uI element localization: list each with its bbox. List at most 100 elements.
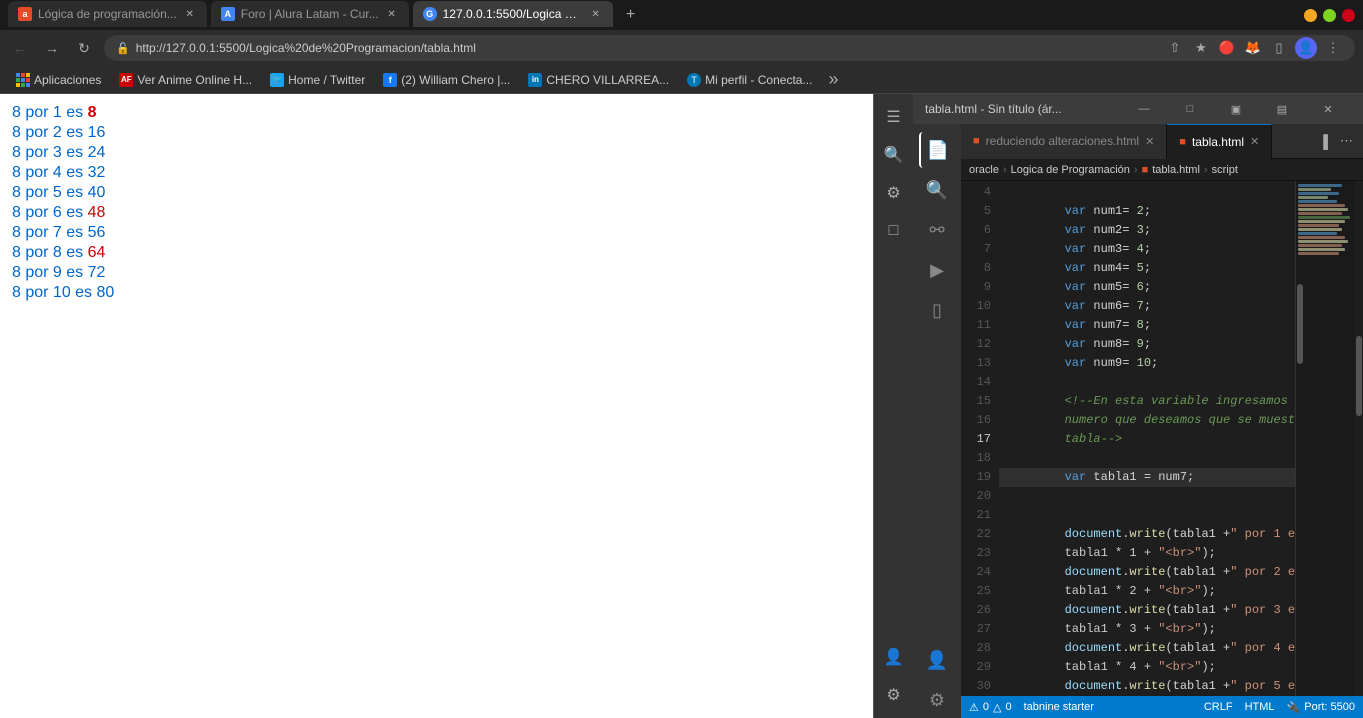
line-1-result: 8 (88, 104, 97, 121)
vscode-layout[interactable]: ▤ (1259, 94, 1305, 124)
split-editor-icon[interactable]: ▐ (1315, 132, 1332, 151)
bc-logica: Logica de Programación (1011, 164, 1130, 176)
tabnine-label: tabnine starter (1024, 701, 1094, 713)
line-6-text: 8 por 6 es (12, 204, 88, 221)
ln-21: 21 (977, 506, 991, 525)
settings-sidebar-icon[interactable]: ⚙ (879, 680, 909, 710)
back-button[interactable]: ← (8, 36, 32, 60)
bookmark-anime[interactable]: AF Ver Anime Online H... (111, 71, 260, 89)
line-10-result: 80 (97, 284, 115, 301)
tab-close-3[interactable]: ✕ (589, 7, 603, 21)
status-errors[interactable]: ⚠ 0 △ 0 (969, 701, 1012, 714)
tab-close-1[interactable]: ✕ (183, 7, 197, 21)
ln-30: 30 (977, 677, 991, 696)
window-maximize[interactable] (1323, 9, 1336, 22)
account-sidebar-icon[interactable]: 👤 (879, 642, 909, 672)
status-language[interactable]: HTML (1245, 701, 1275, 714)
line-9: 8 por 9 es 72 (12, 264, 861, 282)
lock-icon: 🔓 (116, 42, 130, 55)
vscode-minimize[interactable]: — (1121, 94, 1167, 124)
extension-icon-orange[interactable]: 🦊 (1243, 38, 1263, 58)
line-3-result: 24 (88, 144, 106, 161)
bookmark-linkedin-label: CHERO VILLARREA... (546, 73, 669, 87)
code-line-16 (999, 449, 1295, 468)
line-10: 8 por 10 es 80 (12, 284, 861, 302)
tab-list: a Lógica de programación... ✕ A Foro | A… (8, 1, 1292, 29)
extension-icon-red[interactable]: 🔴 (1217, 38, 1237, 58)
activity-search[interactable]: 🔍 (919, 172, 955, 208)
vscode-window-controls: — □ ▣ ▤ ✕ (1121, 94, 1351, 124)
code-line-22: document.write(tabla1 +" por 3 es " + (999, 601, 1295, 620)
ln-10: 10 (977, 297, 991, 316)
screenshot-icon[interactable]: ⚙ (879, 178, 909, 208)
window-minimize[interactable] (1304, 9, 1317, 22)
activity-git[interactable]: ⚯ (919, 212, 955, 248)
zoom-icon[interactable]: 🔍 (879, 140, 909, 170)
activity-explorer[interactable]: 📄 (919, 132, 955, 168)
account-icon[interactable]: 👤 (1295, 37, 1317, 59)
browser-rendered-page: 8 por 1 es 8 8 por 2 es 16 8 por 3 es 24… (0, 94, 873, 718)
facebook-favicon: f (383, 73, 397, 87)
menu-icon[interactable]: ⋮ (1323, 38, 1343, 58)
extension-puzzle-icon[interactable]: ▯ (1269, 38, 1289, 58)
tab-logica[interactable]: a Lógica de programación... ✕ (8, 1, 207, 27)
line-9-result: 72 (88, 264, 106, 281)
activity-settings[interactable]: ⚙ (919, 682, 955, 718)
ln-25: 25 (977, 582, 991, 601)
scrollbar[interactable] (1355, 181, 1363, 696)
reload-button[interactable]: ↻ (72, 36, 96, 60)
code-area[interactable]: var num1= 2; var num2= 3; var num3= 4; (999, 181, 1295, 696)
bookmark-linkedin[interactable]: in CHERO VILLARREA... (520, 71, 677, 89)
collections-icon[interactable]: □ (879, 216, 909, 246)
new-tab-button[interactable]: + (617, 1, 645, 29)
vscode-maximize[interactable]: □ (1167, 94, 1213, 124)
activity-account[interactable]: 👤 (919, 642, 955, 678)
reader-mode-icon[interactable]: ☰ (879, 102, 909, 132)
status-tabnine[interactable]: tabnine starter (1024, 701, 1094, 714)
ln-27: 27 (977, 620, 991, 639)
ln-4: 4 (984, 183, 991, 202)
error-icon: ⚠ (969, 701, 979, 714)
bookmark-profile-label: Mi perfil - Conecta... (705, 73, 812, 87)
vscode-tab-close-reducing[interactable]: ✕ (1145, 135, 1154, 148)
window-close[interactable] (1342, 9, 1355, 22)
ln-19: 19 (977, 468, 991, 487)
tab-label-1: Lógica de programación... (38, 7, 177, 21)
status-crlf[interactable]: CRLF (1204, 701, 1233, 714)
vscode-breadcrumb: oracle › Logica de Programación › ■ tabl… (961, 159, 1363, 181)
bookmark-profile[interactable]: T Mi perfil - Conecta... (679, 71, 820, 89)
vscode-tab-tabla[interactable]: ■ tabla.html ✕ (1167, 124, 1272, 159)
more-actions-icon[interactable]: ⋯ (1336, 131, 1357, 151)
vscode-tab-reducing[interactable]: ■ reduciendo alteraciones.html ✕ (961, 124, 1167, 159)
tab-foro[interactable]: A Foro | Alura Latam - Cur... ✕ (211, 1, 409, 27)
code-line-5: var num1= 2; (999, 202, 1295, 221)
vscode-tab-close-tabla[interactable]: ✕ (1250, 135, 1259, 148)
tab-close-2[interactable]: ✕ (385, 7, 399, 21)
vscode-close[interactable]: ✕ (1305, 94, 1351, 124)
bc-tabla: tabla.html (1152, 164, 1200, 176)
address-bar[interactable]: 🔓 http://127.0.0.1:5500/Logica%20de%20Pr… (104, 35, 1355, 61)
ln-18: 18 (977, 449, 991, 468)
line-4: 8 por 4 es 32 (12, 164, 861, 182)
line-4-text: 8 por 4 es (12, 164, 88, 181)
code-line-20b: tabla1 * 1 + "<br>"); (999, 544, 1295, 563)
address-bar-row: ← → ↻ 🔓 http://127.0.0.1:5500/Logica%20d… (0, 30, 1363, 66)
minimap-scrollbar[interactable] (1297, 284, 1303, 364)
share-icon[interactable]: ⇧ (1165, 38, 1185, 58)
bookmark-twitter-label: Home / Twitter (288, 73, 365, 87)
ln-5: 5 (984, 202, 991, 221)
vscode-restore[interactable]: ▣ (1213, 94, 1259, 124)
activity-debug[interactable]: ▶ (919, 252, 955, 288)
code-line-21: document.write(tabla1 +" por 2 es " + (999, 563, 1295, 582)
more-bookmarks[interactable]: » (822, 67, 844, 92)
activity-extensions[interactable]: ▯ (919, 292, 955, 328)
forward-button[interactable]: → (40, 36, 64, 60)
ln-24: 24 (977, 563, 991, 582)
bookmark-facebook[interactable]: f (2) William Chero |... (375, 71, 518, 89)
tab-localhost[interactable]: G 127.0.0.1:5500/Logica de... ✕ (413, 1, 613, 27)
status-port[interactable]: 🔌 Port: 5500 (1287, 701, 1355, 714)
bookmark-star-icon[interactable]: ★ (1191, 38, 1211, 58)
bookmark-twitter[interactable]: 🐦 Home / Twitter (262, 71, 373, 89)
code-line-15c: tabla--> (999, 430, 1295, 449)
bookmark-applications[interactable]: Aplicaciones (8, 71, 109, 89)
